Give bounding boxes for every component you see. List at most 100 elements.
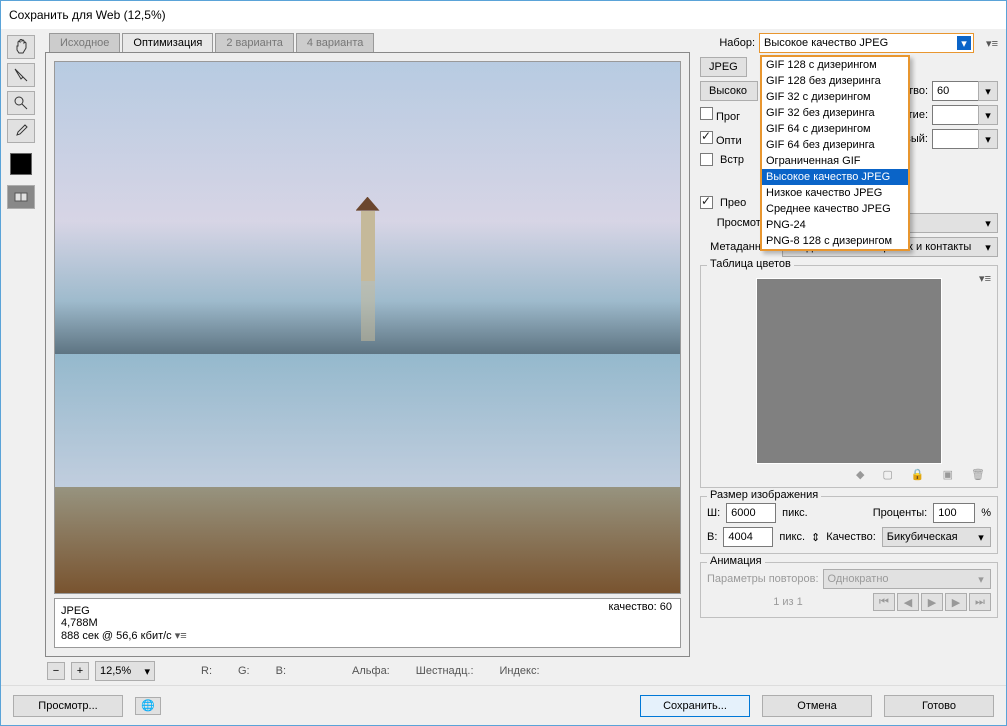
preview-image-detail (361, 211, 375, 281)
color-table[interactable] (756, 278, 942, 464)
color-swatch[interactable] (10, 153, 32, 175)
convert-srgb-checkbox[interactable] (700, 196, 713, 209)
zoom-out-button[interactable]: − (47, 662, 65, 680)
height-input[interactable]: 4004 (723, 527, 773, 547)
preset-option[interactable]: GIF 128 с дизерингом (762, 57, 908, 73)
repeat-value: Однократно (828, 573, 889, 585)
tab-original[interactable]: Исходное (49, 33, 120, 52)
interp-value: Бикубическая (887, 531, 958, 543)
zoom-tool[interactable] (7, 91, 35, 115)
optimized-checkbox[interactable] (700, 131, 713, 144)
color-table-menu-icon[interactable]: ▾≡ (979, 272, 991, 285)
width-label: Ш: (707, 507, 720, 519)
link-icon[interactable]: ⇕ (811, 531, 820, 544)
quality-preset-select[interactable]: Высоко (700, 81, 758, 101)
repeat-select: Однократно ▾ (823, 569, 991, 589)
embed-profile-label: Встр (720, 154, 744, 166)
titlebar: Сохранить для Web (12,5%) (1, 1, 1006, 29)
percent-input[interactable]: 100 (933, 503, 975, 523)
chevron-down-icon: ▾ (974, 530, 988, 544)
view-tabs: Исходное Оптимизация 2 варианта 4 вариан… (41, 33, 690, 52)
matte-select[interactable]: ▾ (978, 129, 998, 149)
first-frame-button: ⏮ (873, 593, 895, 611)
hand-tool[interactable] (7, 35, 35, 59)
chevron-down-icon: ▾ (144, 665, 150, 678)
readout-r: R: (201, 665, 212, 677)
lock-color-icon[interactable]: 🔒 (911, 468, 925, 481)
browser-preview-button[interactable]: 🌐 (135, 697, 161, 715)
preset-option[interactable]: PNG-24 (762, 217, 908, 233)
px-label: пикс. (782, 507, 808, 519)
quality-input[interactable]: 60 (932, 81, 982, 101)
preset-option[interactable]: GIF 64 без дизеринга (762, 137, 908, 153)
repeat-label: Параметры повторов: (707, 573, 819, 585)
preview-canvas[interactable] (54, 61, 681, 594)
color-table-title: Таблица цветов (707, 258, 794, 270)
quality-slider[interactable]: ▾ (978, 81, 998, 101)
preview-pane: Исходное Оптимизация 2 варианта 4 вариан… (41, 29, 696, 685)
preset-option[interactable]: Среднее качество JPEG (762, 201, 908, 217)
preset-option-selected[interactable]: Высокое качество JPEG (762, 169, 908, 185)
done-button[interactable]: Готово (884, 695, 994, 717)
preset-option[interactable]: GIF 32 без дизеринга (762, 105, 908, 121)
tab-2up[interactable]: 2 варианта (215, 33, 294, 52)
prev-frame-button: ◀ (897, 593, 919, 611)
add-color-icon[interactable]: ▣ (943, 468, 953, 481)
preset-value: Высокое качество JPEG (764, 37, 888, 49)
image-size-title: Размер изображения (707, 489, 821, 501)
info-quality: качество: 60 (608, 601, 672, 613)
readout-hex: Шестнадц.: (416, 665, 474, 677)
preview-image-detail (361, 281, 375, 341)
delete-color-icon[interactable]: 🗑 (971, 468, 985, 481)
toggle-slices[interactable] (7, 185, 35, 209)
height-label: В: (707, 531, 717, 543)
convert-srgb-label: Прео (720, 197, 746, 209)
readout-g: G: (238, 665, 250, 677)
info-size: 4,788M (61, 617, 674, 629)
readout-alpha: Альфа: (352, 665, 390, 677)
readout-b: B: (276, 665, 286, 677)
preset-menu-icon[interactable]: ▾≡ (986, 37, 998, 50)
blur-input[interactable] (932, 105, 982, 125)
progressive-checkbox[interactable] (700, 107, 713, 120)
preset-option[interactable]: Низкое качество JPEG (762, 185, 908, 201)
format-select[interactable]: JPEG (700, 57, 747, 77)
embed-profile-checkbox[interactable] (700, 153, 713, 166)
tool-column (1, 29, 41, 685)
save-button[interactable]: Сохранить... (640, 695, 750, 717)
tab-4up[interactable]: 4 варианта (296, 33, 375, 52)
image-size-group: Размер изображения Ш: 6000 пикс. Процент… (700, 496, 998, 554)
tab-optimized[interactable]: Оптимизация (122, 33, 213, 52)
cancel-button[interactable]: Отмена (762, 695, 872, 717)
preview-info: JPEG 4,788M 888 сек @ 56,6 кбит/с ▾≡ кач… (54, 598, 681, 648)
chevron-down-icon: ▾ (981, 132, 995, 146)
animation-group: Анимация Параметры повторов: Однократно▾… (700, 562, 998, 618)
slice-tool[interactable] (7, 63, 35, 87)
preset-option[interactable]: GIF 64 с дизерингом (762, 121, 908, 137)
percent-sign: % (981, 507, 991, 519)
shift-color-icon[interactable]: ▢ (883, 468, 893, 481)
preview-button[interactable]: Просмотр... (13, 695, 123, 717)
chevron-down-icon: ▾ (957, 36, 971, 50)
chevron-down-icon: ▾ (981, 240, 995, 254)
preset-option[interactable]: GIF 32 с дизерингом (762, 89, 908, 105)
zoom-select[interactable]: 12,5%▾ (95, 661, 155, 681)
chevron-down-icon: ▾ (974, 572, 988, 586)
info-time: 888 сек @ 56,6 кбит/с (61, 630, 172, 642)
optimized-label: Опти (716, 135, 742, 147)
preset-option[interactable]: Ограниченная GIF (762, 153, 908, 169)
map-color-icon[interactable]: ◆ (856, 468, 864, 481)
info-menu-icon[interactable]: ▾≡ (175, 630, 187, 642)
settings-pane: Набор: Высокое качество JPEG ▾ ▾≡ GIF 12… (696, 29, 1006, 685)
matte-swatch[interactable] (932, 129, 982, 149)
eyedropper-tool[interactable] (7, 119, 35, 143)
preset-select[interactable]: Высокое качество JPEG ▾ (759, 33, 974, 53)
px-label: пикс. (779, 531, 805, 543)
zoom-in-button[interactable]: + (71, 662, 89, 680)
width-input[interactable]: 6000 (726, 503, 776, 523)
interp-select[interactable]: Бикубическая ▾ (882, 527, 991, 547)
blur-slider[interactable]: ▾ (978, 105, 998, 125)
preset-option[interactable]: PNG-8 128 с дизерингом (762, 233, 908, 249)
preset-option[interactable]: GIF 128 без дизеринга (762, 73, 908, 89)
animation-title: Анимация (707, 555, 765, 567)
